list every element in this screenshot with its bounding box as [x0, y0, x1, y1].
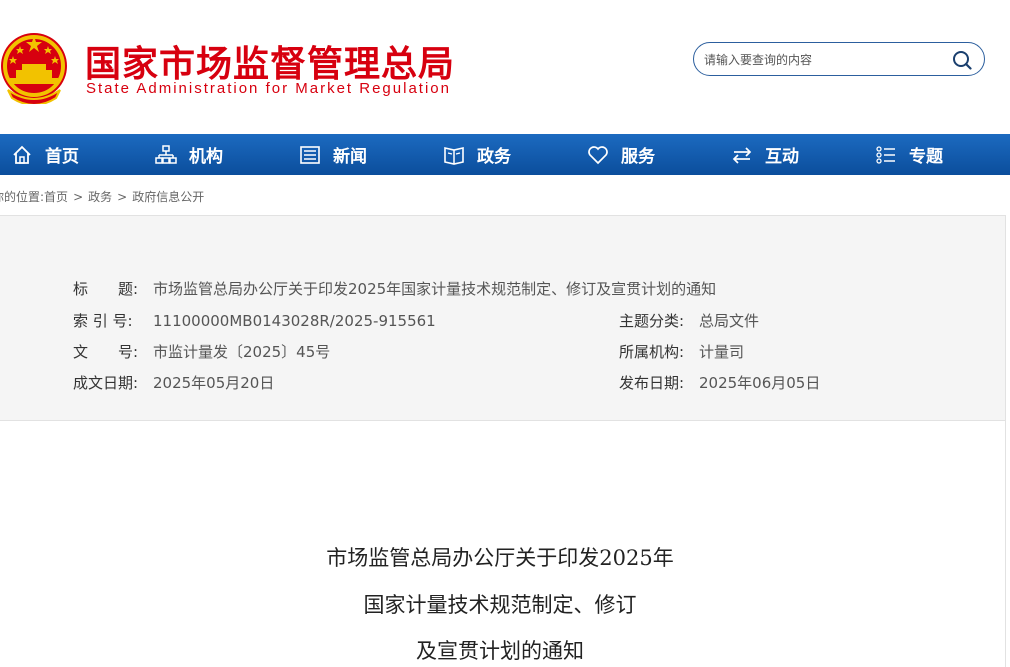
- info-value-title: 市场监管总局办公厅关于印发2025年国家计量技术规范制定、修订及宣贯计划的通知: [153, 280, 717, 298]
- info-label-written: 成文日期:: [73, 374, 139, 392]
- breadcrumb-separator: >: [73, 190, 84, 204]
- search-icon[interactable]: [952, 50, 972, 70]
- nav-item-service[interactable]: 服务: [587, 134, 655, 175]
- info-label-topic: 主题分类:: [619, 312, 685, 330]
- document-title-line-1: 市场监管总局办公厅关于印发2025年: [326, 546, 674, 570]
- book-icon: [444, 146, 464, 165]
- info-row-index: 索 引 号: 11100000MB0143028R/2025-915561: [73, 310, 436, 331]
- heart-icon: [588, 145, 608, 164]
- document-info-panel: 标 题: 市场监管总局办公厅关于印发2025年国家计量技术规范制定、修订及宣贯计划…: [0, 215, 1006, 421]
- document-title-line-3: 及宣贯计划的通知: [416, 639, 584, 663]
- info-value-index: 11100000MB0143028R/2025-915561: [153, 312, 436, 330]
- breadcrumb-affairs[interactable]: 政务: [88, 188, 112, 205]
- info-label-title: 标 题:: [73, 280, 139, 298]
- info-label-published: 发布日期:: [619, 374, 685, 392]
- national-emblem-icon[interactable]: [0, 28, 68, 104]
- nav-label-service: 服务: [621, 147, 655, 167]
- search-box: [693, 42, 985, 76]
- main-nav: 首页 机构 新闻 政务 服务 互动 专题: [0, 134, 1010, 175]
- info-row-docno: 文 号: 市监计量发〔2025〕45号: [73, 341, 330, 362]
- org-chart-icon: [155, 144, 177, 164]
- breadcrumb: 你的位置:首页 > 政务 > 政府信息公开: [0, 188, 204, 205]
- nav-label-home: 首页: [45, 147, 79, 167]
- home-icon: [13, 145, 31, 164]
- info-value-dept: 计量司: [699, 343, 745, 361]
- nav-label-affairs: 政务: [477, 147, 511, 167]
- info-label-docno: 文 号:: [73, 343, 139, 361]
- news-icon: [300, 145, 320, 164]
- info-value-published: 2025年06月05日: [699, 374, 821, 392]
- nav-item-home[interactable]: 首页: [11, 134, 79, 175]
- site-title-en[interactable]: State Administration for Market Regulati…: [86, 80, 451, 97]
- site-header: 国家市场监督管理总局 State Administration for Mark…: [0, 0, 1010, 134]
- content-border: [1005, 421, 1006, 667]
- breadcrumb-prefix: 你的位置:: [0, 190, 45, 204]
- breadcrumb-gov-info[interactable]: 政府信息公开: [132, 188, 204, 205]
- document-title-line-2: 国家计量技术规范制定、修订: [363, 593, 637, 617]
- nav-label-org: 机构: [189, 147, 223, 167]
- info-value-docno: 市监计量发〔2025〕45号: [153, 343, 331, 361]
- list-icon: [876, 145, 895, 164]
- info-row-published: 发布日期: 2025年06月05日: [619, 372, 820, 393]
- nav-label-news: 新闻: [333, 147, 367, 167]
- nav-item-affairs[interactable]: 政务: [443, 134, 511, 175]
- info-row-title: 标 题: 市场监管总局办公厅关于印发2025年国家计量技术规范制定、修订及宣贯计划…: [73, 278, 716, 299]
- nav-item-interact[interactable]: 互动: [731, 134, 799, 175]
- nav-item-news[interactable]: 新闻: [299, 134, 367, 175]
- nav-item-topics[interactable]: 专题: [875, 134, 943, 175]
- nav-label-topics: 专题: [909, 147, 943, 167]
- nav-label-interact: 互动: [765, 147, 799, 167]
- breadcrumb-separator: >: [117, 190, 128, 204]
- info-label-index: 索 引 号:: [73, 312, 133, 330]
- info-row-dept: 所属机构: 计量司: [619, 341, 744, 362]
- nav-item-org[interactable]: 机构: [155, 134, 223, 175]
- exchange-icon: [732, 146, 752, 164]
- breadcrumb-home[interactable]: 首页: [44, 188, 68, 205]
- info-label-dept: 所属机构:: [619, 343, 685, 361]
- info-row-written: 成文日期: 2025年05月20日: [73, 372, 274, 393]
- info-value-written: 2025年05月20日: [153, 374, 275, 392]
- search-input[interactable]: [704, 50, 934, 70]
- info-row-topic: 主题分类: 总局文件: [619, 310, 759, 331]
- info-value-topic: 总局文件: [699, 312, 760, 330]
